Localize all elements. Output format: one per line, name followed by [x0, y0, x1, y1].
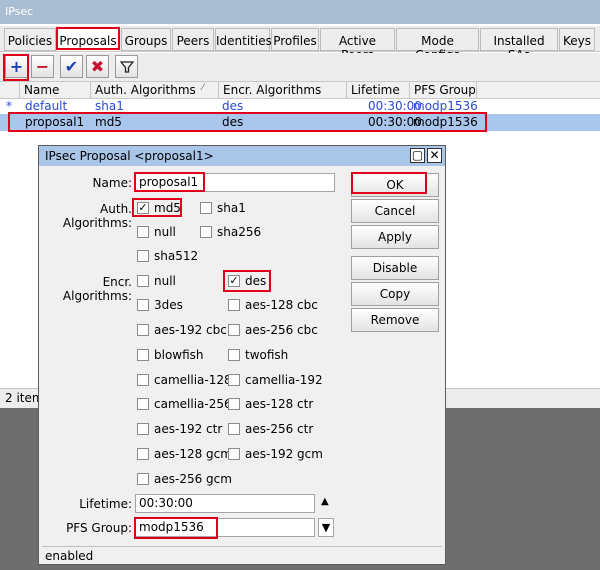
- checkbox-camellia-192[interactable]: [228, 374, 240, 386]
- enable-icon[interactable]: ✔: [60, 55, 83, 78]
- checkbox-aes-256-cbc[interactable]: [228, 324, 240, 336]
- sort-arrow-icon: ⁄: [202, 83, 204, 93]
- checkbox-blowfish[interactable]: [137, 349, 149, 361]
- checkbox-aes-256-ctr[interactable]: [228, 423, 240, 435]
- checkbox-label: aes-256 ctr: [245, 422, 314, 436]
- checkbox-aes-192-ctr[interactable]: [137, 423, 149, 435]
- auth-algorithms-label: Auth. Algorithms:: [62, 202, 132, 230]
- checkbox-label: null: [154, 274, 176, 288]
- checkbox-aes-192-gcm[interactable]: [228, 448, 240, 460]
- checkbox-label: aes-128 ctr: [245, 397, 314, 411]
- checkbox-aes-128-ctr[interactable]: [228, 398, 240, 410]
- checkbox-label: camellia-192: [245, 373, 323, 387]
- window-title: IPsec: [0, 0, 600, 24]
- name-label: Name:: [92, 176, 132, 190]
- table-header: Name Auth. Algorithms Encr. Algorithms L…: [0, 81, 600, 99]
- row-name: default: [25, 99, 68, 113]
- collapse-arrow-icon[interactable]: ▲: [321, 496, 329, 507]
- close-icon[interactable]: ✕: [427, 148, 442, 163]
- checkbox-label: sha512: [154, 249, 199, 263]
- dialog-title: IPsec Proposal <proposal1>: [39, 146, 445, 166]
- column-name[interactable]: Name: [20, 82, 91, 99]
- checkbox-label: twofish: [245, 348, 289, 362]
- tab-groups[interactable]: Groups: [121, 28, 171, 51]
- checkbox-camellia-128[interactable]: [137, 374, 149, 386]
- remove-button[interactable]: Remove: [351, 308, 439, 332]
- checkbox-label: aes-256 cbc: [245, 323, 318, 337]
- remove-icon[interactable]: −: [31, 55, 54, 78]
- checkbox-label: aes-256 gcm: [154, 472, 232, 486]
- disable-button[interactable]: Disable: [351, 256, 439, 280]
- pfs-group-label: PFS Group:: [66, 521, 132, 535]
- checkbox-label: null: [154, 225, 176, 239]
- checkbox-label: aes-192 cbc: [154, 323, 227, 337]
- filter-icon[interactable]: [115, 55, 138, 78]
- tab-policies[interactable]: Policies: [4, 28, 56, 51]
- checkbox-label: aes-128 gcm: [154, 447, 232, 461]
- tab-active-peers[interactable]: Active Peers: [320, 28, 395, 62]
- tab-profiles[interactable]: Profiles: [271, 28, 319, 51]
- maximize-icon[interactable]: ▢: [410, 148, 425, 163]
- checkbox-sha256[interactable]: [200, 226, 212, 238]
- row-encr: des: [222, 99, 244, 113]
- row-auth: sha1: [95, 99, 124, 113]
- checkbox-label: camellia-256: [154, 397, 232, 411]
- checkbox-sha512[interactable]: [137, 250, 149, 262]
- disable-icon[interactable]: ✖: [86, 55, 109, 78]
- checkbox-aes-256-gcm[interactable]: [137, 473, 149, 485]
- checkbox-aes-128-cbc[interactable]: [228, 299, 240, 311]
- tab-keys[interactable]: Keys: [559, 28, 595, 51]
- checkbox-sha1[interactable]: [200, 202, 212, 214]
- checkbox-label: aes-128 cbc: [245, 298, 318, 312]
- tab-mode-configs[interactable]: Mode Configs: [396, 28, 479, 62]
- highlight-name-field: [134, 172, 205, 192]
- dialog-status: enabled: [42, 546, 442, 563]
- highlight-selected-row: [8, 112, 487, 132]
- highlight-md5: [132, 198, 182, 217]
- copy-button[interactable]: Copy: [351, 282, 439, 306]
- highlight-pfs-group: [134, 517, 218, 539]
- highlight-des: [223, 270, 271, 292]
- checkbox-null[interactable]: [137, 226, 149, 238]
- highlight-add-button: [3, 54, 29, 81]
- checkbox-aes-128-gcm[interactable]: [137, 448, 149, 460]
- dropdown-arrow-icon[interactable]: ▼: [318, 518, 334, 537]
- checkbox-label: 3des: [154, 298, 183, 312]
- checkbox-twofish[interactable]: [228, 349, 240, 361]
- proposal-dialog: IPsec Proposal <proposal1> ▢ ✕ Name: pro…: [38, 145, 446, 565]
- highlight-ok-button: [351, 172, 427, 194]
- tab-peers[interactable]: Peers: [172, 28, 214, 51]
- checkbox-aes-192-cbc[interactable]: [137, 324, 149, 336]
- checkbox-label: sha256: [217, 225, 262, 239]
- checkbox-camellia-256[interactable]: [137, 398, 149, 410]
- checkbox-3des[interactable]: [137, 299, 149, 311]
- column-encr-algorithms[interactable]: Encr. Algorithms: [219, 82, 347, 99]
- lifetime-label: Lifetime:: [79, 497, 132, 511]
- apply-button[interactable]: Apply: [351, 225, 439, 249]
- lifetime-field[interactable]: 00:30:00: [135, 494, 315, 513]
- cancel-button[interactable]: Cancel: [351, 199, 439, 223]
- row-flag: *: [6, 99, 12, 113]
- column-lifetime[interactable]: Lifetime: [347, 82, 410, 99]
- column-auth-algorithms[interactable]: Auth. Algorithms: [91, 82, 219, 99]
- row-pfs: modp1536: [413, 99, 478, 113]
- toolbar: + − ✔ ✖: [0, 53, 600, 82]
- encr-algorithms-label: Encr. Algorithms:: [62, 275, 132, 303]
- tab-installed-sas[interactable]: Installed SAs: [480, 28, 558, 62]
- highlight-proposals-tab: [56, 27, 120, 50]
- checkbox-label: blowfish: [154, 348, 204, 362]
- checkbox-label: aes-192 gcm: [245, 447, 323, 461]
- checkbox-label: sha1: [217, 201, 246, 215]
- column-pfs-group[interactable]: PFS Group: [410, 82, 477, 99]
- checkbox-label: aes-192 ctr: [154, 422, 223, 436]
- checkbox-label: camellia-128: [154, 373, 232, 387]
- tab-identities[interactable]: Identities: [215, 28, 272, 51]
- checkbox-null[interactable]: [137, 275, 149, 287]
